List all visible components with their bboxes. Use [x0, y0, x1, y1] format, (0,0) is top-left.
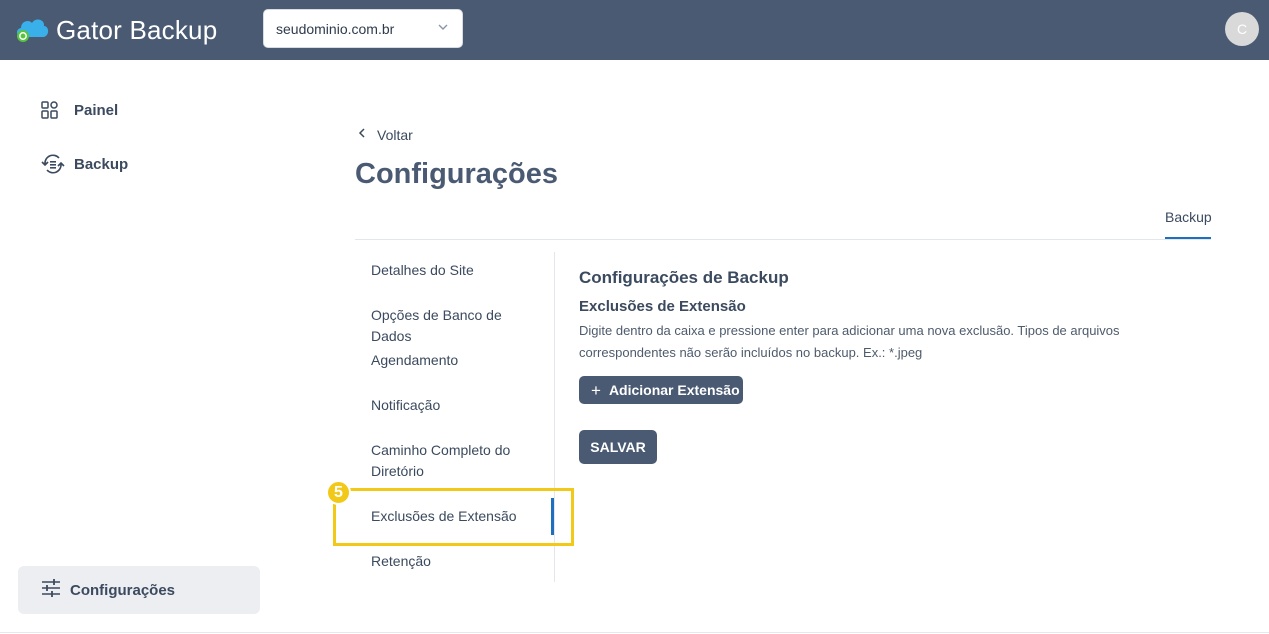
chevron-down-icon: [436, 20, 450, 34]
sidebar-item-painel[interactable]: Painel: [40, 95, 118, 125]
sidebar-item-backup[interactable]: Backup: [40, 149, 128, 179]
plus-icon: +: [591, 380, 601, 400]
tabs-divider: [355, 239, 1211, 240]
add-extension-button-label: Adicionar Extensão: [608, 382, 740, 398]
brand[interactable]: Gator Backup: [14, 12, 217, 48]
annotation-step-badge: 5: [326, 480, 351, 505]
subnav-item-agendamento[interactable]: Agendamento: [371, 350, 546, 371]
top-header-bar: Gator Backup seudominio.com.br C: [0, 0, 1269, 60]
back-link[interactable]: Voltar: [357, 124, 413, 146]
chevron-left-icon: [357, 126, 367, 144]
subnav-item-opcoes-banco-de-dados[interactable]: Opções de Banco de Dados: [371, 305, 546, 347]
add-extension-button[interactable]: + Adicionar Extensão: [579, 376, 743, 404]
annotation-highlight-box: [333, 488, 574, 546]
sidebar-item-label: Painel: [74, 101, 119, 119]
tab-backup[interactable]: Backup: [1165, 209, 1212, 225]
sliders-icon: [40, 578, 62, 603]
sidebar-item-label: Backup: [74, 155, 129, 173]
domain-select[interactable]: seudominio.com.br: [263, 9, 463, 48]
subnav-item-caminho-completo-do-diretorio[interactable]: Caminho Completo do Diretório: [371, 440, 521, 482]
section-subtitle: Exclusões de Extensão: [579, 298, 746, 315]
section-description: Digite dentro da caixa e pressione enter…: [579, 323, 1120, 360]
sidebar-item-label: Configurações: [70, 581, 176, 599]
dashboard-grid-icon: [40, 99, 68, 121]
section-title: Configurações de Backup: [579, 268, 789, 287]
subnav-item-retencao[interactable]: Retenção: [371, 551, 546, 572]
brand-name: Gator Backup: [56, 14, 218, 45]
domain-select-value: seudominio.com.br: [276, 20, 395, 37]
backup-sync-icon: [40, 153, 68, 175]
back-link-label: Voltar: [377, 127, 413, 143]
subnav-item-detalhes-do-site[interactable]: Detalhes do Site: [371, 260, 546, 281]
user-avatar[interactable]: C: [1225, 12, 1259, 46]
sidebar-item-configuracoes[interactable]: Configurações: [18, 566, 260, 614]
cloud-logo-icon: [14, 13, 50, 47]
footer-divider: [0, 632, 1269, 633]
save-button[interactable]: SALVAR: [579, 430, 657, 464]
page-title: Configurações: [355, 158, 559, 190]
subnav-item-notificacao[interactable]: Notificação: [371, 395, 546, 416]
